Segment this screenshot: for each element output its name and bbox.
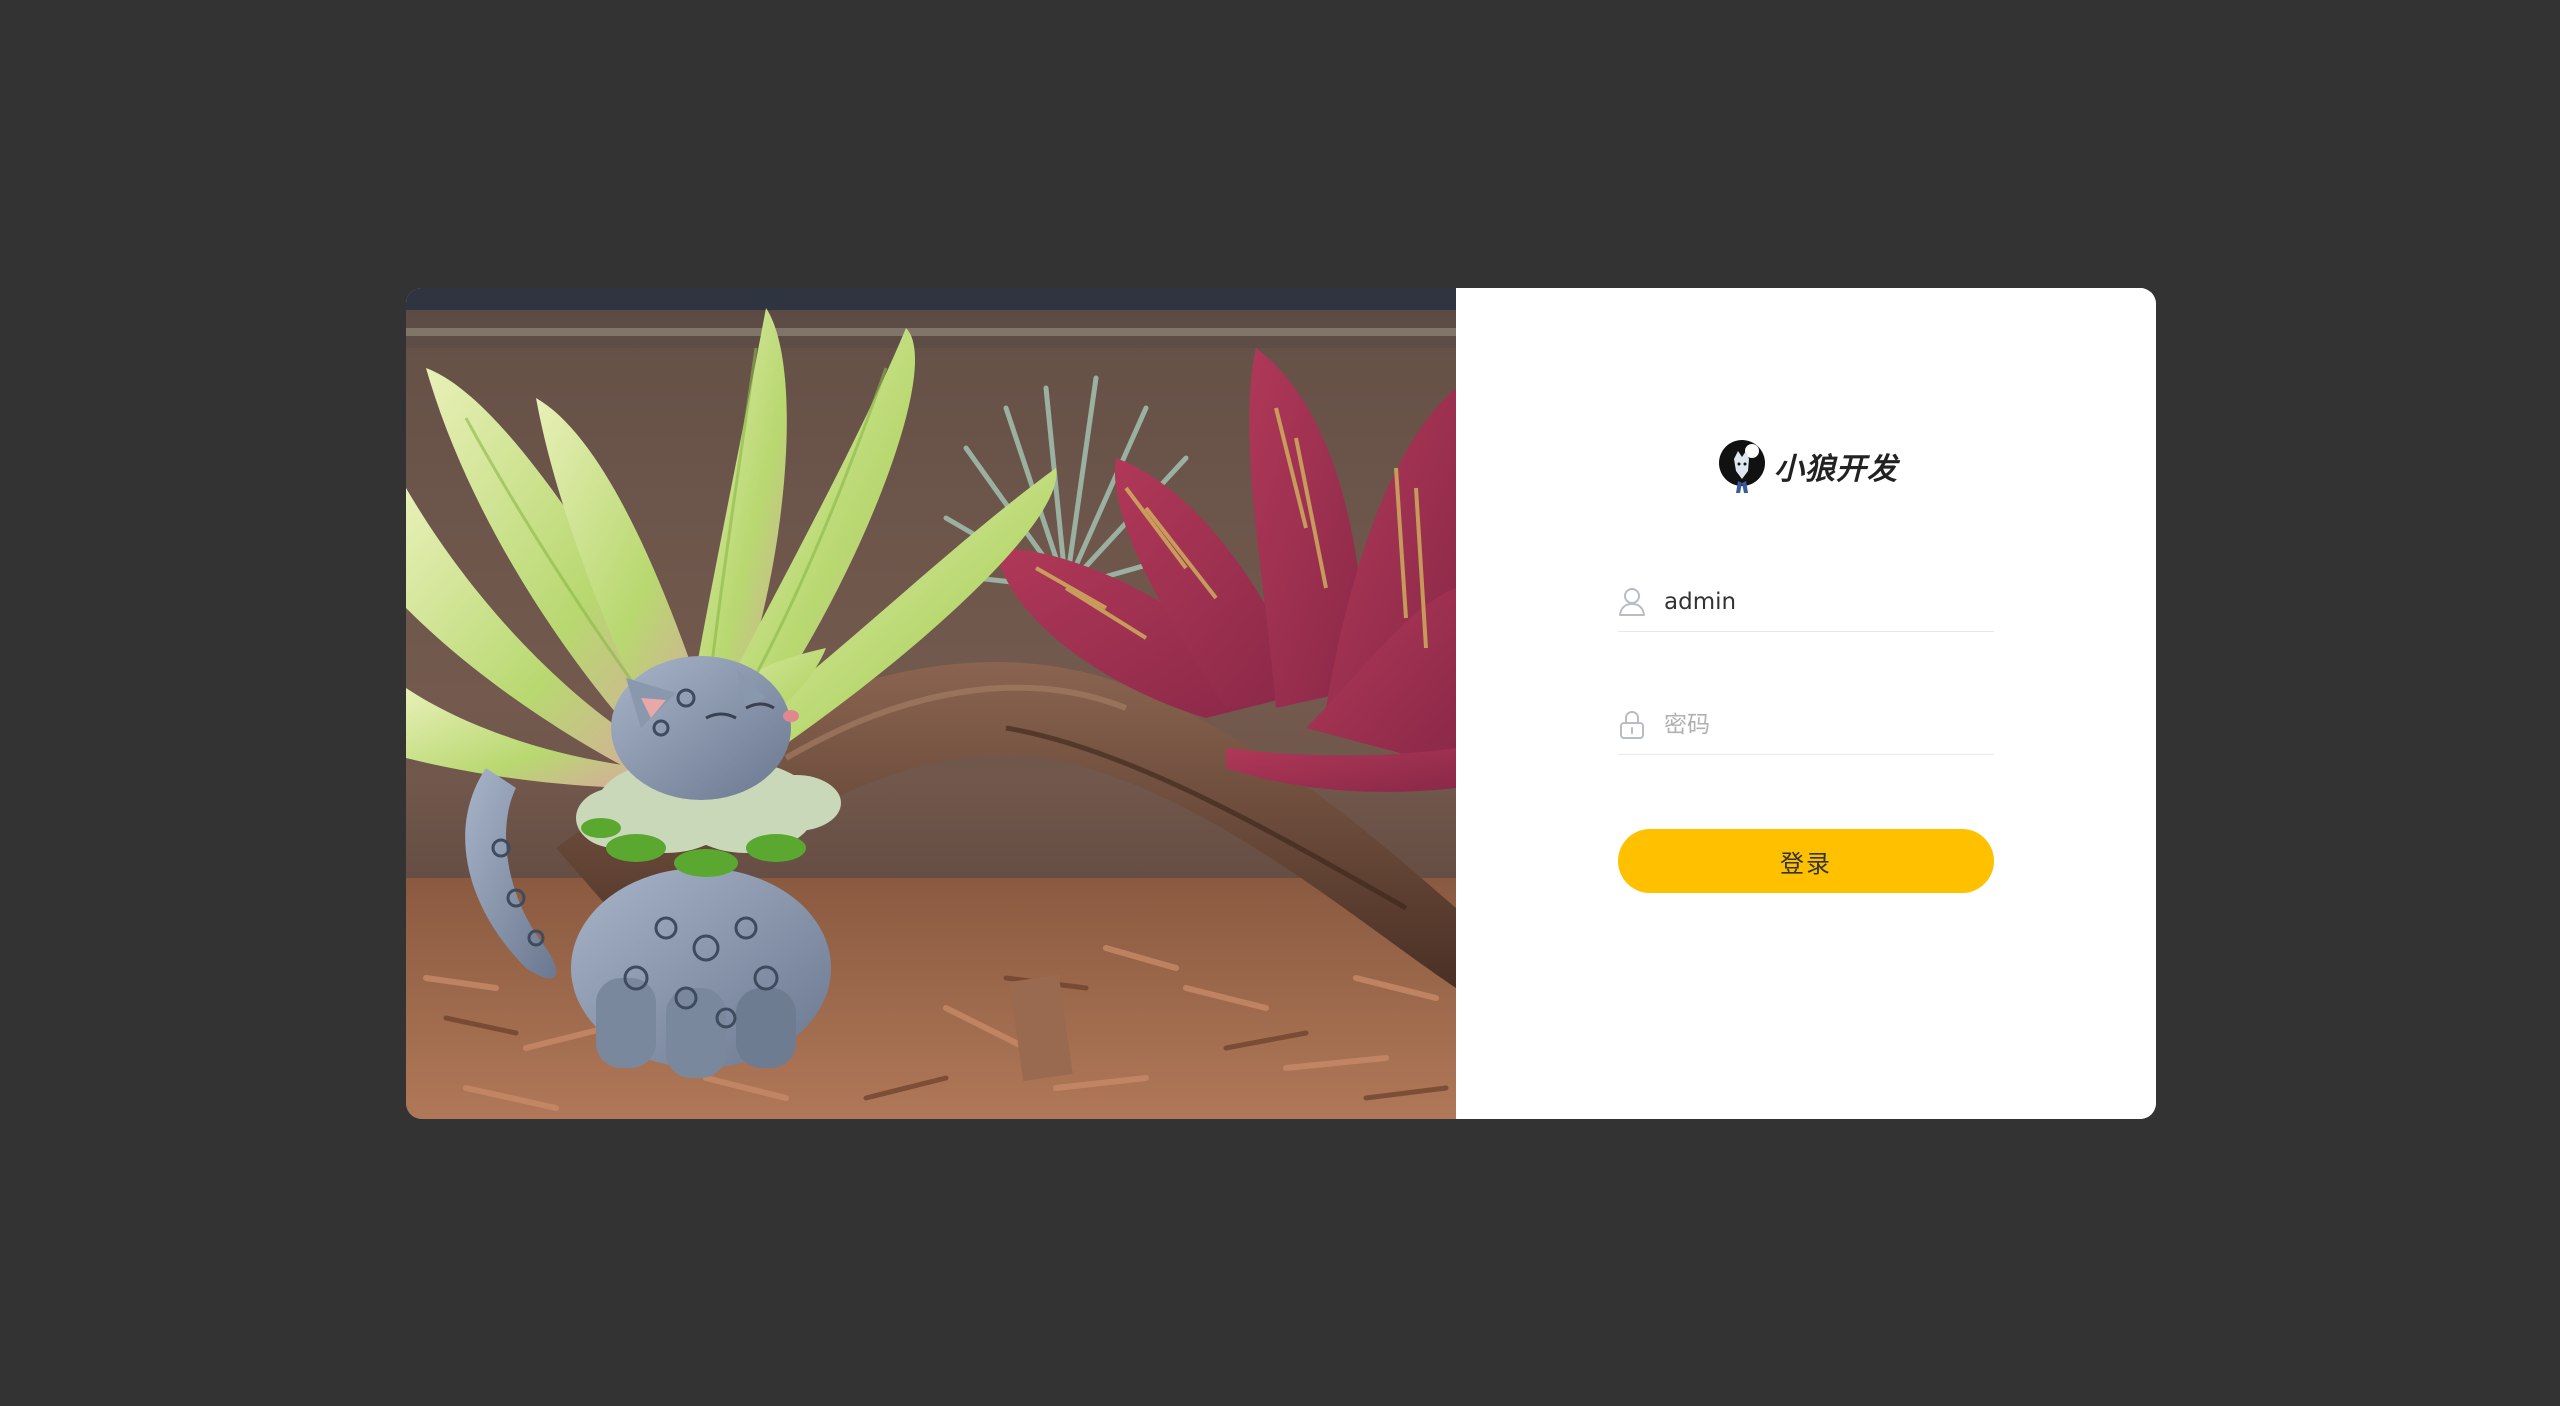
brand-logo: 小狼开发 xyxy=(1718,435,1898,497)
brand-name: 小狼开发 xyxy=(1774,452,1898,487)
login-form-panel: 小狼开发 登录 xyxy=(1456,288,2156,1119)
login-button[interactable]: 登录 xyxy=(1618,829,1994,893)
password-field xyxy=(1618,696,1994,755)
username-field xyxy=(1618,573,1994,632)
username-input[interactable] xyxy=(1664,589,1984,615)
wolf-logo-icon xyxy=(1719,440,1765,493)
password-input[interactable] xyxy=(1664,712,1984,738)
lock-icon xyxy=(1620,710,1644,739)
login-card: 小狼开发 登录 xyxy=(406,288,2156,1119)
user-icon xyxy=(1619,588,1645,616)
hero-image xyxy=(406,288,1456,1119)
